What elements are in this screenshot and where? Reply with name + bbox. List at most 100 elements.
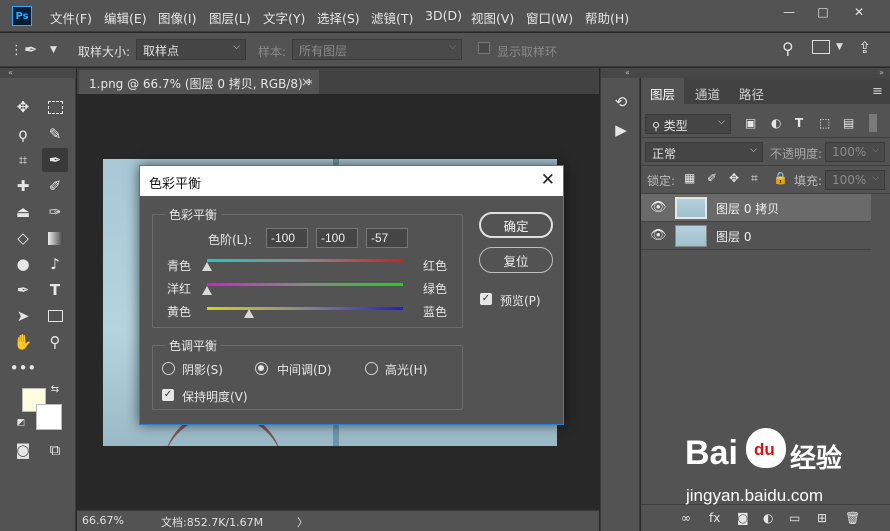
panel-menu-icon[interactable]: ≡	[863, 78, 890, 104]
actions-play-icon[interactable]: ▶	[608, 118, 634, 142]
preserve-luminosity-label[interactable]: 保持明度(V)	[182, 388, 248, 405]
workspace-icon[interactable]	[812, 40, 830, 54]
workspace-chevron-down-icon[interactable]: ▼	[836, 42, 843, 52]
filter-pixel-icon[interactable]: ▣	[745, 116, 756, 130]
hand-tool-icon[interactable]: ✋	[10, 330, 36, 354]
menu-type[interactable]: 文字(Y)	[263, 8, 305, 27]
zoom-level[interactable]: 66.67%	[82, 514, 124, 527]
layer-row-layer0-copy[interactable]: 👁 图层 0 拷贝	[641, 194, 871, 222]
preview-label[interactable]: 预览(P)	[500, 292, 541, 309]
level-cyan-red-input[interactable]	[266, 228, 308, 248]
healing-brush-tool-icon[interactable]: ✚	[10, 174, 36, 198]
path-selection-tool-icon[interactable]: ➤	[10, 304, 36, 328]
menu-layer[interactable]: 图层(L)	[209, 8, 251, 27]
layer-row-layer0[interactable]: 👁 图层 0	[641, 222, 871, 250]
tab-channels[interactable]: 通道	[686, 78, 729, 104]
eyedropper-tool-icon[interactable]: ✒	[24, 40, 37, 59]
swap-colors-icon[interactable]: ⇆	[48, 382, 62, 396]
share-icon[interactable]: ⇪	[858, 38, 871, 57]
move-tool-icon[interactable]: ✥	[10, 95, 36, 119]
collapse-panel-icon[interactable]: »	[641, 68, 890, 78]
opacity-input[interactable]: 100% ⌵	[825, 142, 885, 162]
preserve-luminosity-checkbox[interactable]: ✓	[162, 389, 174, 401]
filter-smart-object-icon[interactable]: ▤	[843, 116, 854, 130]
cyan-red-slider-track[interactable]	[207, 259, 403, 262]
eyedropper-tool-icon[interactable]: ✒	[42, 148, 68, 172]
cyan-red-slider-handle[interactable]	[202, 262, 212, 271]
menu-filter[interactable]: 滤镜(T)	[371, 8, 413, 27]
dialog-title-bar[interactable]: 色彩平衡 ✕	[140, 166, 563, 196]
eraser-tool-icon[interactable]: ◇	[10, 226, 36, 250]
filter-type-icon[interactable]: T	[795, 116, 803, 130]
screen-mode-icon[interactable]: ⧉	[42, 438, 68, 462]
menu-file[interactable]: 文件(F)	[50, 8, 92, 27]
highlights-radio[interactable]	[365, 362, 378, 375]
visibility-eye-icon[interactable]: 👁	[650, 228, 667, 243]
filter-adjustment-icon[interactable]: ◐	[771, 116, 781, 130]
quick-select-tool-icon[interactable]: ✎	[42, 122, 68, 146]
default-colors-icon[interactable]: ◩	[14, 416, 28, 430]
level-magenta-green-input[interactable]	[316, 228, 358, 248]
menu-view[interactable]: 视图(V)	[471, 8, 514, 27]
show-ring-checkbox[interactable]	[478, 42, 490, 54]
menu-select[interactable]: 选择(S)	[317, 8, 360, 27]
brush-tool-icon[interactable]: ✐	[42, 174, 68, 198]
magenta-green-slider-handle[interactable]	[202, 286, 212, 295]
level-yellow-blue-input[interactable]	[366, 228, 408, 248]
filter-toggle[interactable]	[869, 114, 877, 132]
menu-help[interactable]: 帮助(H)	[585, 8, 629, 27]
lock-all-icon[interactable]: 🔒	[773, 171, 788, 185]
rectangle-tool-icon[interactable]	[42, 304, 68, 328]
history-panel-icon[interactable]: ⟲	[608, 90, 634, 114]
clone-stamp-tool-icon[interactable]: ⏏	[10, 200, 36, 224]
status-menu-chevron-right-icon[interactable]: 〉	[297, 514, 308, 530]
shadows-label[interactable]: 阴影(S)	[182, 361, 223, 378]
gradient-tool-icon[interactable]	[42, 226, 68, 250]
photoshop-logo-icon[interactable]: Ps	[12, 6, 32, 26]
menu-window[interactable]: 窗口(W)	[526, 8, 573, 27]
magenta-green-slider-track[interactable]	[207, 283, 403, 286]
zoom-tool-icon[interactable]: ⚲	[42, 330, 68, 354]
close-window-button[interactable]: ✕	[842, 0, 876, 24]
midtones-label[interactable]: 中间调(D)	[277, 361, 332, 378]
menu-edit[interactable]: 编辑(E)	[104, 8, 147, 27]
sample-size-select[interactable]: 取样点 ⌵	[136, 39, 246, 60]
search-icon[interactable]: ⚲	[782, 39, 794, 58]
tab-layers[interactable]: 图层	[641, 78, 685, 104]
fill-input[interactable]: 100% ⌵	[825, 170, 885, 190]
menu-3d[interactable]: 3D(D)	[425, 8, 462, 23]
midtones-radio[interactable]	[255, 362, 268, 375]
dodge-tool-icon[interactable]: ♪	[42, 252, 68, 276]
tool-preset-chevron-down-icon[interactable]: ▼	[50, 45, 57, 55]
collapse-toolbar-icon[interactable]: «	[0, 68, 76, 78]
marquee-tool-icon[interactable]	[42, 95, 68, 119]
lock-image-icon[interactable]: ✐	[707, 171, 717, 185]
menu-image[interactable]: 图像(I)	[158, 8, 196, 27]
expand-panels-icon[interactable]: «	[601, 68, 641, 78]
blur-tool-icon[interactable]: ●	[10, 252, 36, 276]
close-tab-icon[interactable]: ×	[301, 75, 311, 89]
shadows-radio[interactable]	[162, 362, 175, 375]
history-brush-tool-icon[interactable]: ✑	[42, 200, 68, 224]
lock-position-icon[interactable]: ✥	[729, 171, 739, 185]
lock-artboard-icon[interactable]: ⌗	[751, 171, 758, 186]
blend-mode-select[interactable]: 正常 ⌵	[645, 142, 763, 162]
visibility-eye-icon[interactable]: 👁	[650, 200, 667, 215]
lasso-tool-icon[interactable]: ϙ	[10, 122, 36, 146]
quick-mask-icon[interactable]: ◙	[10, 438, 36, 462]
close-icon[interactable]: ✕	[541, 170, 555, 190]
more-tools-icon[interactable]: •••	[10, 356, 37, 380]
preview-checkbox[interactable]: ✓	[480, 293, 492, 305]
lock-transparent-icon[interactable]: ▦	[684, 171, 695, 185]
minimize-button[interactable]: —	[772, 0, 806, 24]
sample-select[interactable]: 所有图层 ⌵	[292, 39, 462, 60]
highlights-label[interactable]: 高光(H)	[385, 361, 427, 378]
yellow-blue-slider-handle[interactable]	[244, 309, 255, 318]
yellow-blue-slider-track[interactable]	[207, 307, 403, 310]
ok-button[interactable]: 确定	[479, 212, 553, 238]
crop-tool-icon[interactable]: ⌗	[10, 148, 36, 172]
pen-tool-icon[interactable]: ✒	[10, 278, 36, 302]
tab-paths[interactable]: 路径	[730, 78, 773, 104]
restore-button[interactable]: □	[806, 0, 840, 24]
filter-type-select[interactable]: ⚲ 类型 ⌵	[645, 114, 731, 134]
